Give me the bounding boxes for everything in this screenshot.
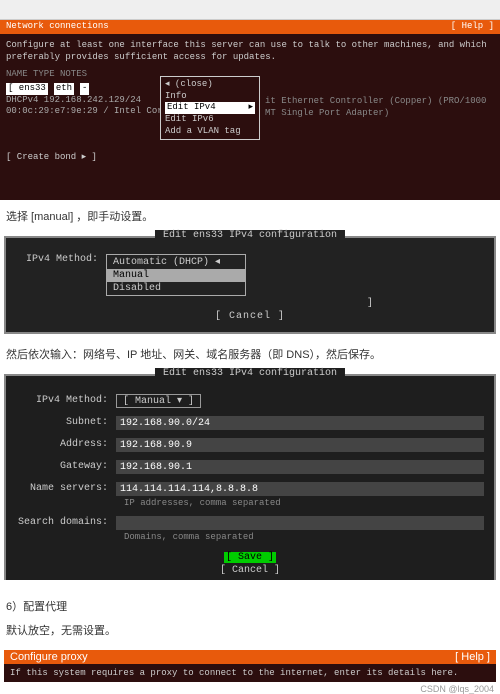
caption-proxy-note: 默认放空，无需设置。 xyxy=(0,622,500,646)
ipv4-method-select[interactable]: [ Manual ▾ ] xyxy=(116,394,201,408)
ipv4-method-label: IPv4 Method: xyxy=(16,395,116,406)
cancel-button[interactable]: [ Cancel ] xyxy=(16,565,484,576)
nic-notes: - xyxy=(80,83,89,95)
option-manual[interactable]: Manual xyxy=(107,269,245,282)
title: Configure proxy xyxy=(10,651,88,663)
menu-close[interactable]: ◂ (close) xyxy=(165,79,255,91)
gateway-input[interactable]: 192.168.90.1 xyxy=(116,460,484,474)
ipv4-config-dialog: Edit ens33 IPv4 configuration IPv4 Metho… xyxy=(4,374,496,580)
search-domains-input[interactable] xyxy=(116,516,484,530)
cancel-button[interactable]: [ Cancel ] xyxy=(16,311,484,322)
save-button[interactable]: [ Save ] xyxy=(224,552,276,563)
search-domains-hint: Domains, comma separated xyxy=(16,532,484,542)
search-domains-label: Search domains: xyxy=(16,517,116,528)
nameservers-label: Name servers: xyxy=(16,483,116,494)
network-connections-panel: Network connections [ Help ] Configure a… xyxy=(0,20,500,200)
nic-description: it Ethernet Controller (Copper) (PRO/100… xyxy=(265,96,500,119)
title: Network connections xyxy=(6,21,109,33)
menu-edit-ipv4[interactable]: Edit IPv4 xyxy=(167,102,216,114)
caption-proxy-heading: 6）配置代理 xyxy=(0,584,500,622)
ipv4-method-dialog: Edit ens33 IPv4 configuration IPv4 Metho… xyxy=(4,236,496,334)
create-bond-button[interactable]: [ Create bond ▸ ] xyxy=(6,152,494,164)
caption-inputs: 然后依次输入：网络号、IP 地址、网关、域名服务器（即 DNS），然后保存。 xyxy=(0,338,500,370)
nameservers-input[interactable]: 114.114.114.114,8.8.8.8 xyxy=(116,482,484,496)
ipv4-method-label: IPv4 Method: xyxy=(16,254,106,265)
context-menu: ◂ (close) Info Edit IPv4 ▸ Edit IPv6 Add… xyxy=(160,76,260,140)
chevron-right-icon: ▸ xyxy=(248,102,253,114)
nameservers-hint: IP addresses, comma separated xyxy=(16,498,484,508)
nic-type: eth xyxy=(54,83,74,95)
titlebar-network: Network connections [ Help ] xyxy=(0,20,500,34)
address-label: Address: xyxy=(16,439,116,450)
subnet-input[interactable]: 192.168.90.0/24 xyxy=(116,416,484,430)
dialog-title: Edit ens33 IPv4 configuration xyxy=(155,368,345,379)
titlebar-proxy: Configure proxy [ Help ] xyxy=(4,650,496,664)
help-link[interactable]: [ Help ] xyxy=(455,651,490,663)
menu-add-vlan[interactable]: Add a VLAN tag xyxy=(165,126,255,138)
configure-proxy-panel: Configure proxy [ Help ] If this system … xyxy=(4,650,496,682)
proxy-body: If this system requires a proxy to conne… xyxy=(4,664,496,682)
help-link[interactable]: [ Help ] xyxy=(451,21,494,33)
nic-name: [ ens33 xyxy=(6,83,48,95)
subnet-label: Subnet: xyxy=(16,417,116,428)
menu-edit-ipv6[interactable]: Edit IPv6 xyxy=(165,114,255,126)
ipv4-method-dropdown[interactable]: Automatic (DHCP) ◂ Manual Disabled xyxy=(106,254,246,296)
menu-info[interactable]: Info xyxy=(165,91,255,103)
dialog-title: Edit ens33 IPv4 configuration xyxy=(155,230,345,241)
watermark: CSDN @lqs_2004 xyxy=(0,682,500,694)
close-bracket: ] xyxy=(16,298,484,309)
intro-text: Configure at least one interface this se… xyxy=(6,40,494,63)
gateway-label: Gateway: xyxy=(16,461,116,472)
address-input[interactable]: 192.168.90.9 xyxy=(116,438,484,452)
option-automatic[interactable]: Automatic (DHCP) ◂ xyxy=(107,255,245,269)
caption-manual: 选择 [manual] ，即手动设置。 xyxy=(0,200,500,232)
option-disabled[interactable]: Disabled xyxy=(107,282,245,295)
